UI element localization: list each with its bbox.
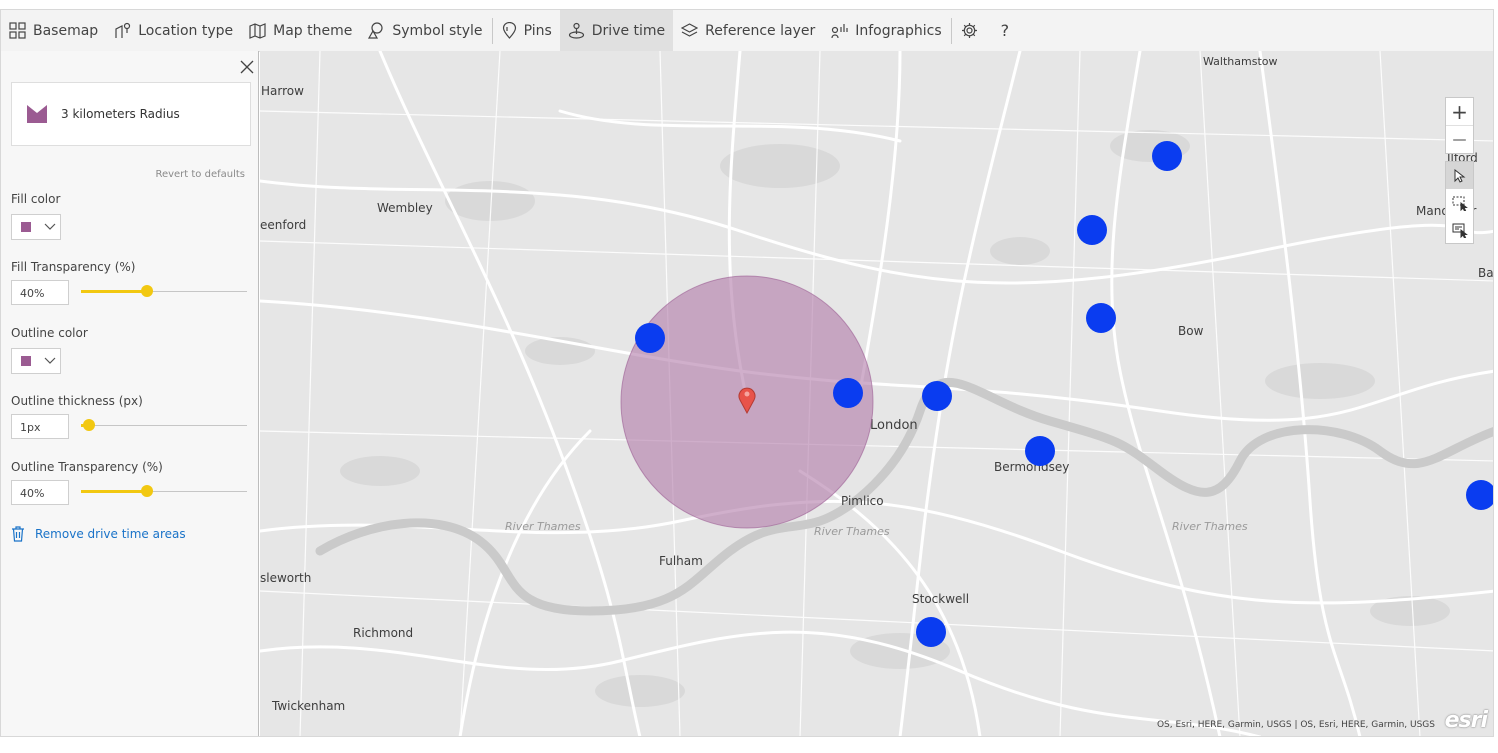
pins-label: Pins <box>523 22 552 39</box>
outline-thickness-input[interactable]: 1px <box>11 414 69 439</box>
rectangle-select-button[interactable] <box>1446 189 1473 216</box>
revert-to-defaults-link[interactable]: Revert to defaults <box>155 169 245 180</box>
remove-drive-time-areas-button[interactable]: Remove drive time areas <box>11 526 186 542</box>
location-point[interactable] <box>635 323 665 353</box>
outline-transparency-label: Outline Transparency (%) <box>11 460 163 474</box>
toolbar: Basemap Location type Map theme Symbol s… <box>1 10 1493 52</box>
outline-transparency-slider-fill <box>81 490 148 493</box>
chevron-down-icon <box>44 223 56 230</box>
chevron-down-icon <box>44 357 56 364</box>
toolbar-divider <box>950 17 952 44</box>
shapes-icon <box>368 22 383 39</box>
location-type-label: Location type <box>138 22 234 39</box>
drive-time-area-card[interactable]: 3 kilometers Radius <box>11 82 251 146</box>
trash-icon <box>12 526 24 542</box>
settings-button[interactable] <box>953 10 993 51</box>
grid-icon <box>9 22 26 39</box>
data-layer <box>620 141 1493 647</box>
map-attribution: OS, Esri, HERE, Garmin, USGS | OS, Esri,… <box>1156 720 1435 730</box>
fill-transparency-slider[interactable] <box>81 285 247 297</box>
help-button[interactable]: ? <box>993 10 1018 51</box>
lasso-select-icon <box>1452 223 1468 238</box>
map-canvas[interactable]: Walthamstow Harrow Wembley eenford Ilfor… <box>260 51 1493 736</box>
outline-transparency-slider-thumb[interactable] <box>141 485 154 497</box>
location-point[interactable] <box>1466 480 1493 510</box>
lasso-select-button[interactable] <box>1446 216 1473 243</box>
fill-color-swatch <box>21 222 31 232</box>
pointer-select-button[interactable] <box>1446 162 1473 189</box>
pins-button[interactable]: Pins <box>494 10 560 51</box>
reference-layer-button[interactable]: Reference layer <box>673 10 823 51</box>
zoom-in-button[interactable]: + <box>1446 98 1473 126</box>
location-type-icon <box>115 22 131 38</box>
layers-icon <box>681 23 699 37</box>
infographics-label: Infographics <box>855 22 942 39</box>
map-visual: Basemap Location type Map theme Symbol s… <box>0 9 1494 737</box>
cursor-icon <box>1454 168 1465 183</box>
outline-thickness-label: Outline thickness (px) <box>11 394 143 408</box>
map-theme-label: Map theme <box>273 22 353 39</box>
outline-color-picker[interactable] <box>11 348 61 374</box>
selection-tools <box>1445 161 1474 244</box>
location-point[interactable] <box>1086 303 1116 333</box>
zoom-out-label: — <box>1452 131 1467 148</box>
help-label: ? <box>1000 21 1010 40</box>
fill-transparency-slider-fill <box>81 290 148 293</box>
symbol-style-label: Symbol style <box>392 22 483 39</box>
rectangle-select-icon <box>1452 196 1468 211</box>
close-icon[interactable] <box>239 59 255 75</box>
fill-transparency-input[interactable]: 40% <box>11 280 69 305</box>
fill-transparency-label: Fill Transparency (%) <box>11 260 136 274</box>
pin-icon <box>502 22 516 39</box>
outline-transparency-slider[interactable] <box>81 485 247 497</box>
remove-drive-time-areas-label: Remove drive time areas <box>35 527 186 541</box>
location-point[interactable] <box>922 381 952 411</box>
outline-color-label: Outline color <box>11 326 88 340</box>
infographics-button[interactable]: Infographics <box>823 10 949 51</box>
drive-time-icon <box>568 22 584 39</box>
location-point[interactable] <box>1025 436 1055 466</box>
infographics-icon <box>831 24 848 39</box>
location-point[interactable] <box>1152 141 1182 171</box>
map-icon <box>249 23 266 39</box>
basemap-label: Basemap <box>33 22 99 39</box>
radius-area-icon <box>27 105 47 123</box>
symbol-style-button[interactable]: Symbol style <box>360 10 490 51</box>
fill-color-picker[interactable] <box>11 214 61 240</box>
location-type-button[interactable]: Location type <box>106 10 241 51</box>
location-point[interactable] <box>916 617 946 647</box>
zoom-in-label: + <box>1451 99 1468 124</box>
drive-time-button[interactable]: Drive time <box>559 10 674 51</box>
drive-time-panel: 3 kilometers Radius Revert to defaults F… <box>1 51 259 736</box>
zoom-control: + — <box>1445 97 1474 154</box>
outline-color-swatch <box>21 356 31 366</box>
drive-time-label: Drive time <box>591 22 666 39</box>
zoom-out-button[interactable]: — <box>1446 126 1473 153</box>
fill-color-label: Fill color <box>11 192 61 206</box>
fill-transparency-slider-thumb[interactable] <box>141 285 154 297</box>
esri-logo: esri <box>1444 708 1488 733</box>
map-theme-button[interactable]: Map theme <box>241 10 360 51</box>
reference-layer-label: Reference layer <box>705 22 816 39</box>
location-point[interactable] <box>1077 215 1107 245</box>
outline-thickness-slider[interactable] <box>81 419 247 431</box>
toolbar-divider <box>491 17 493 44</box>
outline-thickness-slider-thumb[interactable] <box>83 419 96 431</box>
basemap-button[interactable]: Basemap <box>1 10 106 51</box>
location-point[interactable] <box>833 378 863 408</box>
outline-transparency-input[interactable]: 40% <box>11 480 69 505</box>
gear-icon <box>961 23 977 38</box>
radius-label: 3 kilometers Radius <box>61 107 180 121</box>
